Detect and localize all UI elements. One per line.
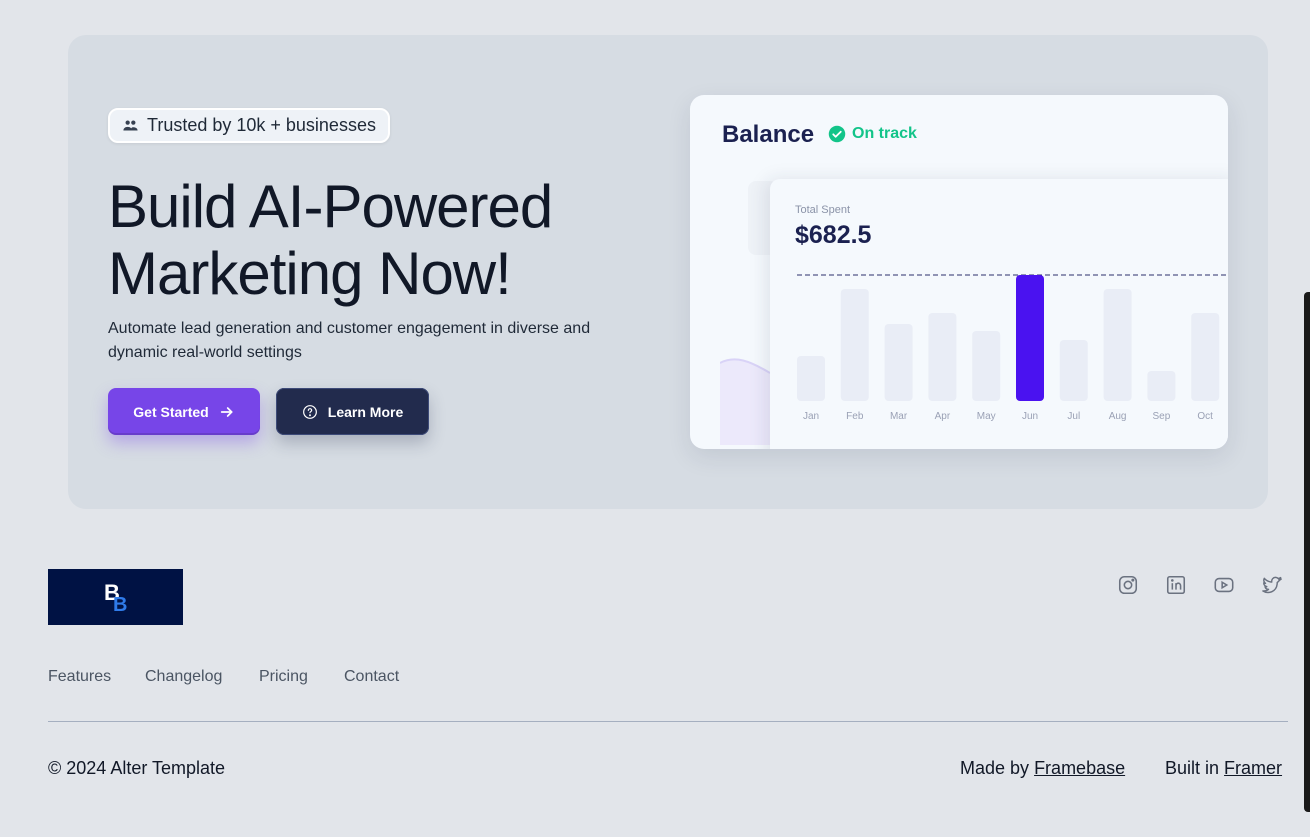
footer-link-pricing[interactable]: Pricing [259, 668, 308, 686]
hero-headline: Build AI-Powered Marketing Now! [108, 173, 668, 307]
linkedin-link[interactable] [1164, 573, 1188, 597]
chart-bar-jun [1016, 275, 1044, 401]
twitter-icon [1262, 576, 1282, 594]
chart-tick-aug: Aug [1109, 411, 1127, 422]
chart-bar-sep [1147, 371, 1176, 401]
logo-mark: B B [104, 580, 127, 616]
instagram-link[interactable] [1116, 573, 1140, 597]
chart-tick-feb: Feb [846, 411, 864, 422]
made-by-prefix: Made by [960, 758, 1030, 778]
twitter-link[interactable] [1260, 573, 1284, 597]
chart-tick-may: May [977, 411, 996, 422]
edge-overlay [1304, 292, 1310, 812]
chart-tick-jan: Jan [803, 411, 819, 422]
chart-bar-mar [884, 324, 913, 401]
youtube-icon [1214, 577, 1234, 593]
chart-tick-sep: Sep [1153, 411, 1171, 422]
question-circle-icon [302, 404, 317, 419]
balance-title: Balance [722, 121, 815, 148]
get-started-label: Get Started [133, 403, 209, 420]
youtube-link[interactable] [1212, 573, 1236, 597]
headline-line-1: Build AI-Powered [108, 173, 553, 240]
copyright-text: © 2024 Alter Template [48, 758, 226, 778]
built-in-credit: Built in Framer [1165, 758, 1282, 779]
footer-logo[interactable]: B B [48, 569, 183, 625]
built-in-prefix: Built in [1165, 758, 1220, 778]
chart-tick-jun: Jun [1022, 411, 1038, 422]
headline-line-2: Marketing Now! [108, 240, 512, 307]
hero-section: Trusted by 10k + businesses Build AI-Pow… [68, 35, 1268, 509]
chart-bar-jul [1059, 340, 1088, 401]
status-text: On track [852, 125, 917, 142]
footer-link-contact[interactable]: Contact [344, 668, 399, 686]
trust-badge-text: Trusted by 10k + businesses [147, 115, 376, 135]
chart-tick-apr: Apr [935, 411, 951, 422]
chart-bar-feb [840, 289, 869, 401]
chart-bar-may [972, 331, 1001, 401]
chart-tick-mar: Mar [890, 411, 908, 422]
arrow-right-icon [220, 406, 233, 417]
check-circle-icon [828, 125, 846, 143]
chart-bar-apr [928, 313, 957, 401]
footer-link-features[interactable]: Features [48, 668, 111, 686]
framebase-link[interactable]: Framebase [1034, 758, 1125, 778]
footer-divider [48, 721, 1288, 722]
chart-bar-oct [1191, 313, 1220, 401]
logo-letter-2: B [113, 594, 127, 616]
instagram-icon [1118, 575, 1138, 595]
spending-chart-panel: Total Spent $682.5 Jan Feb Mar Apr May Jun Jul… [770, 179, 1228, 449]
chart-tick-oct: Oct [1197, 411, 1213, 422]
status-badge: On track [828, 125, 917, 143]
chart-tick-jul: Jul [1067, 411, 1080, 422]
chart-bar-aug [1103, 289, 1132, 401]
footer-link-changelog[interactable]: Changelog [145, 668, 222, 686]
users-icon [123, 120, 138, 131]
chart-bar-jan [797, 356, 825, 401]
learn-more-label: Learn More [327, 403, 404, 420]
get-started-button[interactable]: Get Started [108, 388, 260, 435]
framer-link[interactable]: Framer [1224, 758, 1282, 778]
hero-subtitle: Automate lead generation and customer en… [108, 320, 591, 361]
linkedin-icon [1166, 575, 1186, 595]
balance-card: Balance On track Total Spent $682.5 Jan F… [690, 95, 1228, 449]
spending-bar-chart: Jan Feb Mar Apr May Jun Jul Aug Sep Oct [797, 274, 1228, 422]
made-by-credit: Made by Framebase [960, 758, 1125, 779]
learn-more-button[interactable]: Learn More [276, 388, 429, 435]
trust-badge: Trusted by 10k + businesses [108, 108, 390, 143]
